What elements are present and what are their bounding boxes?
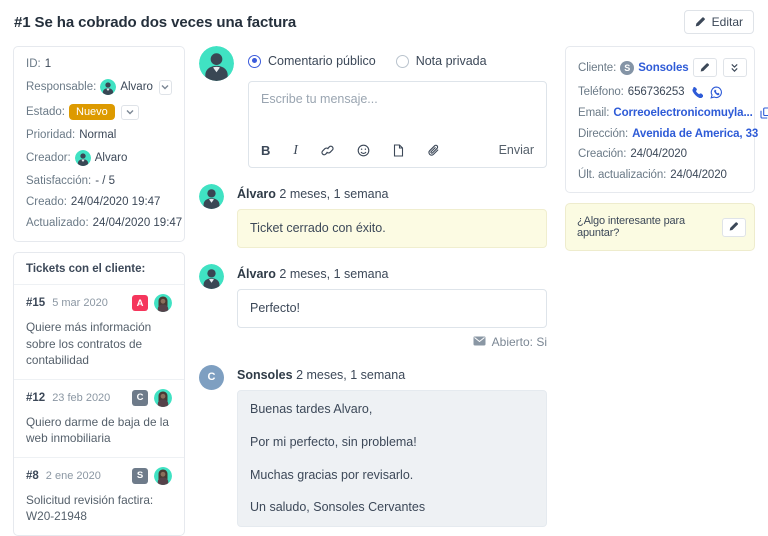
avatar bbox=[100, 79, 116, 95]
page-header: #1 Se ha cobrado dos veces una factura E… bbox=[13, 6, 755, 46]
status-initial-badge: C bbox=[132, 390, 148, 406]
paperclip-icon[interactable] bbox=[427, 143, 440, 157]
avatar bbox=[75, 150, 91, 166]
note-placeholder-text: ¿Algo interesante para apuntar? bbox=[577, 215, 716, 239]
client-note-box: ¿Algo interesante para apuntar? bbox=[565, 203, 755, 251]
avatar bbox=[199, 184, 224, 209]
ticket-details-panel: ID: 1 Responsable: Alvaro Estado: Nuevo … bbox=[13, 46, 185, 242]
field-actualizado: Actualizado: 24/04/2020 19:47 bbox=[26, 217, 172, 229]
edit-ticket-button[interactable]: Editar bbox=[684, 10, 754, 34]
page-title: #1 Se ha cobrado dos veces una factura bbox=[14, 14, 296, 31]
field-telefono: Teléfono: 656736253 bbox=[578, 86, 744, 99]
avatar bbox=[154, 294, 172, 312]
comment-bubble: Perfecto! bbox=[237, 289, 547, 328]
ticket-page: #1 Se ha cobrado dos veces una factura E… bbox=[0, 0, 768, 536]
status-badge: Nuevo bbox=[69, 104, 115, 120]
message-box: B I bbox=[248, 81, 547, 168]
field-prioridad: Prioridad: Normal bbox=[26, 129, 172, 141]
ticket-list-item[interactable]: #12 23 feb 2020 C Quiero darme de baja d… bbox=[14, 379, 184, 457]
radio-private-note[interactable]: Nota privada bbox=[396, 54, 487, 68]
field-id: ID: 1 bbox=[26, 58, 172, 70]
field-creador: Creador: Alvaro bbox=[26, 150, 172, 166]
field-creacion: Creación: 24/04/2020 bbox=[578, 148, 744, 160]
estado-dropdown-button[interactable] bbox=[121, 105, 139, 120]
client-initial-badge: S bbox=[620, 61, 634, 75]
comment-type-radios: Comentario público Nota privada bbox=[248, 46, 547, 68]
conversation-column: Comentario público Nota privada B I bbox=[199, 46, 547, 527]
field-creado: Creado: 24/04/2020 19:47 bbox=[26, 196, 172, 208]
field-ult-actualizacion: Últ. actualización: 24/04/2020 bbox=[578, 169, 744, 181]
field-cliente: Cliente: S Sonsoles bbox=[578, 58, 744, 77]
comment-composer: Comentario público Nota privada B I bbox=[199, 46, 547, 168]
link-icon[interactable] bbox=[321, 143, 334, 157]
field-estado: Estado: Nuevo bbox=[26, 104, 172, 120]
comment-bubble: Ticket cerrado con éxito. bbox=[237, 209, 547, 248]
copy-icon[interactable] bbox=[760, 107, 768, 119]
field-satisfaccion: Satisfacción: - / 5 bbox=[26, 175, 172, 187]
comment: Álvaro 2 meses, 1 semana Ticket cerrado … bbox=[199, 183, 547, 248]
client-email-link[interactable]: Correoelectronicomuyla... bbox=[613, 107, 752, 119]
send-button[interactable]: Enviar bbox=[499, 143, 534, 157]
message-input[interactable] bbox=[249, 82, 546, 134]
avatar bbox=[154, 467, 172, 485]
edit-note-button[interactable] bbox=[722, 218, 746, 237]
formatting-toolbar: B I bbox=[249, 134, 546, 167]
radio-public-comment[interactable]: Comentario público bbox=[248, 54, 376, 68]
ticket-sidebar: ID: 1 Responsable: Alvaro Estado: Nuevo … bbox=[13, 46, 185, 536]
edit-client-button[interactable] bbox=[693, 58, 717, 77]
field-direccion: Dirección: Avenida de America, 33 bbox=[578, 128, 744, 140]
comment-header: Sonsoles 2 meses, 1 semana bbox=[237, 364, 547, 382]
avatar: C bbox=[199, 365, 224, 390]
italic-icon[interactable]: I bbox=[293, 143, 298, 157]
comment-header: Álvaro 2 meses, 1 semana bbox=[237, 183, 547, 201]
comment-meta: Abierto: Si bbox=[237, 335, 547, 349]
field-email: Email: Correoelectronicomuyla... bbox=[578, 107, 744, 119]
comment-bubble: Buenas tardes Alvaro, Por mi perfecto, s… bbox=[237, 390, 547, 528]
pencil-icon bbox=[695, 17, 706, 28]
client-tickets-panel: Tickets con el cliente: #15 5 mar 2020 A… bbox=[13, 252, 185, 536]
comment: Álvaro 2 meses, 1 semana Perfecto! Abier… bbox=[199, 263, 547, 349]
client-address-link[interactable]: Avenida de America, 33 bbox=[632, 128, 758, 140]
radio-selected-icon[interactable] bbox=[248, 55, 261, 68]
bold-icon[interactable]: B bbox=[261, 143, 270, 157]
current-user-avatar bbox=[199, 46, 234, 81]
document-icon[interactable] bbox=[393, 143, 404, 157]
field-responsable: Responsable: Alvaro bbox=[26, 79, 172, 95]
responsable-dropdown-button[interactable] bbox=[159, 80, 172, 95]
emoji-icon[interactable] bbox=[357, 143, 370, 157]
double-chevron-down-icon[interactable] bbox=[723, 58, 747, 77]
radio-unselected-icon[interactable] bbox=[396, 55, 409, 68]
phone-icon[interactable] bbox=[691, 86, 703, 98]
comment-header: Álvaro 2 meses, 1 semana bbox=[237, 263, 547, 281]
status-initial-badge: S bbox=[132, 468, 148, 484]
status-initial-badge: A bbox=[132, 295, 148, 311]
avatar bbox=[199, 264, 224, 289]
ticket-list-item[interactable]: #8 2 ene 2020 S Solicitud revisión facti… bbox=[14, 457, 184, 535]
client-sidebar: Cliente: S Sonsoles Teléfono: 65673625 bbox=[565, 46, 755, 251]
client-name-link[interactable]: Sonsoles bbox=[638, 62, 688, 74]
whatsapp-icon[interactable] bbox=[710, 86, 723, 99]
avatar bbox=[154, 389, 172, 407]
client-tickets-header: Tickets con el cliente: bbox=[14, 253, 184, 284]
comment: C Sonsoles 2 meses, 1 semana Buenas tard… bbox=[199, 364, 547, 528]
envelope-icon bbox=[473, 335, 486, 349]
client-info-panel: Cliente: S Sonsoles Teléfono: 65673625 bbox=[565, 46, 755, 193]
ticket-list-item[interactable]: #15 5 mar 2020 A Quiere más información … bbox=[14, 284, 184, 379]
